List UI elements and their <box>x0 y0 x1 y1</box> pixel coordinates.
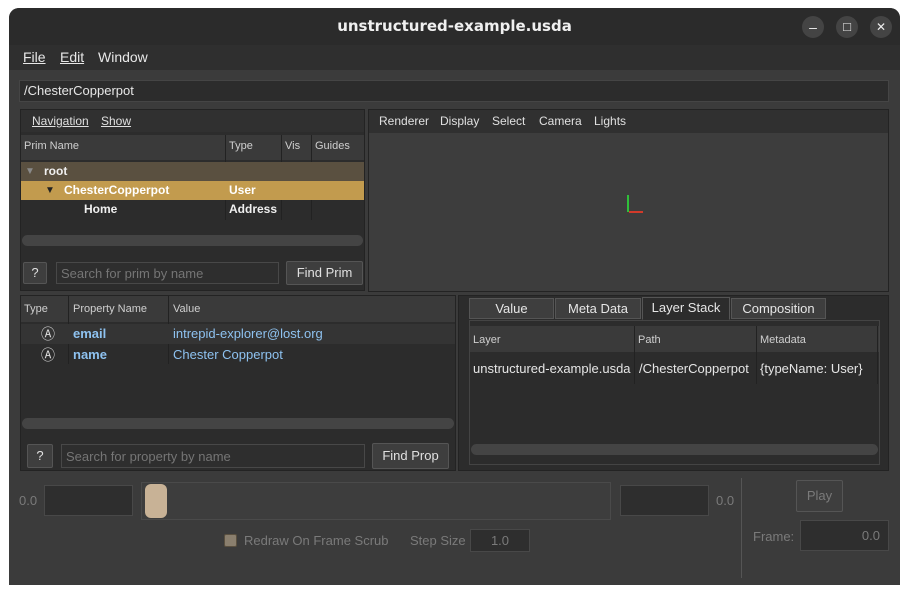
tab-composition[interactable]: Composition <box>731 298 826 319</box>
column-type[interactable]: Type <box>24 303 48 315</box>
prim-type: User <box>229 183 256 197</box>
column-path[interactable]: Path <box>638 334 661 346</box>
property-name: name <box>73 347 107 362</box>
column-metadata[interactable]: Metadata <box>760 334 806 346</box>
attribute-icon: Ⓐ <box>41 347 55 363</box>
column-layer[interactable]: Layer <box>473 334 501 346</box>
layer-row[interactable]: unstructured-example.usda /ChesterCopper… <box>470 354 879 384</box>
play-button[interactable]: Play <box>796 480 843 512</box>
frame-slider[interactable] <box>141 482 611 520</box>
property-search-input[interactable] <box>61 444 365 468</box>
lights-menu[interactable]: Lights <box>594 112 626 130</box>
property-help-button[interactable]: ? <box>27 444 53 468</box>
menu-edit-label: Edit <box>60 49 85 65</box>
frame-slider-handle[interactable] <box>145 484 167 518</box>
axis-y-icon <box>627 195 629 212</box>
layer-name: unstructured-example.usda <box>473 361 631 376</box>
prim-type: Address <box>229 202 278 216</box>
tab-layer-stack[interactable]: Layer Stack <box>642 297 730 320</box>
column-vis[interactable]: Vis <box>285 140 300 152</box>
property-row[interactable]: Ⓐ email intrepid-explorer@lost.org <box>21 324 455 344</box>
show-menu[interactable]: Show <box>101 112 131 130</box>
column-value[interactable]: Value <box>173 303 200 315</box>
property-value: Chester Copperpot <box>173 347 283 362</box>
column-guides[interactable]: Guides <box>315 140 350 152</box>
prim-name: ChesterCopperpot <box>64 183 170 197</box>
frame-field[interactable]: 0.0 <box>800 520 889 551</box>
layer-metadata: {typeName: User} <box>760 361 863 376</box>
tree-row-selected[interactable]: ▼ ChesterCopperpot User <box>21 181 364 200</box>
end-frame-label: 0.0 <box>716 493 735 508</box>
camera-menu[interactable]: Camera <box>539 112 582 130</box>
tree-row-root[interactable]: ▼ root <box>21 162 364 181</box>
column-property-name[interactable]: Property Name <box>73 303 147 315</box>
select-menu[interactable]: Select <box>492 112 525 130</box>
step-size-label: Step Size <box>410 533 466 548</box>
display-menu[interactable]: Display <box>440 112 479 130</box>
close-button[interactable]: ✕ <box>870 16 892 38</box>
menu-window[interactable]: Window <box>98 45 148 70</box>
minimize-button[interactable]: – <box>802 16 824 38</box>
window-title: unstructured-example.usda <box>337 17 572 35</box>
app-window: unstructured-example.usda – □ ✕ File Edi… <box>9 8 900 585</box>
horizontal-scrollbar[interactable] <box>22 418 454 429</box>
redraw-checkbox[interactable] <box>224 534 237 547</box>
divider <box>741 478 742 578</box>
maximize-button[interactable]: □ <box>836 16 858 38</box>
frame-label: Frame: <box>753 529 795 544</box>
column-prim-name[interactable]: Prim Name <box>24 140 80 152</box>
axis-x-icon <box>629 211 643 213</box>
horizontal-scrollbar[interactable] <box>22 235 363 246</box>
menu-edit[interactable]: Edit <box>60 45 84 70</box>
expand-triangle-icon[interactable]: ▼ <box>25 162 35 181</box>
start-frame-label: 0.0 <box>19 493 38 508</box>
expand-triangle-icon[interactable]: ▼ <box>45 181 55 200</box>
renderer-menu[interactable]: Renderer <box>379 112 429 130</box>
menu-file[interactable]: File <box>23 45 46 70</box>
layer-path: /ChesterCopperpot <box>639 361 749 376</box>
horizontal-scrollbar[interactable] <box>471 444 878 455</box>
property-value: intrepid-explorer@lost.org <box>173 326 323 341</box>
property-name: email <box>73 326 107 341</box>
prim-help-button[interactable]: ? <box>23 262 47 284</box>
layer-stack-header <box>470 326 879 352</box>
step-size-field[interactable]: 1.0 <box>470 529 530 552</box>
end-frame-field[interactable] <box>620 485 709 516</box>
redraw-label: Redraw On Frame Scrub <box>244 533 389 548</box>
prim-path-field[interactable]: /ChesterCopperpot <box>19 80 889 102</box>
navigation-menu[interactable]: Navigation <box>32 112 89 130</box>
find-prop-button[interactable]: Find Prop <box>372 443 449 469</box>
attribute-icon: Ⓐ <box>41 326 55 342</box>
start-frame-field[interactable] <box>44 485 133 516</box>
prim-search-input[interactable] <box>56 262 279 284</box>
prim-name: Home <box>84 202 118 216</box>
tab-value[interactable]: Value <box>469 298 554 319</box>
tree-row[interactable]: Home Address <box>21 200 364 219</box>
property-row[interactable]: Ⓐ name Chester Copperpot <box>21 345 455 365</box>
find-prim-button[interactable]: Find Prim <box>286 261 363 285</box>
tab-meta-data[interactable]: Meta Data <box>555 298 641 319</box>
column-type[interactable]: Type <box>229 140 253 152</box>
prim-name: root <box>44 164 68 178</box>
